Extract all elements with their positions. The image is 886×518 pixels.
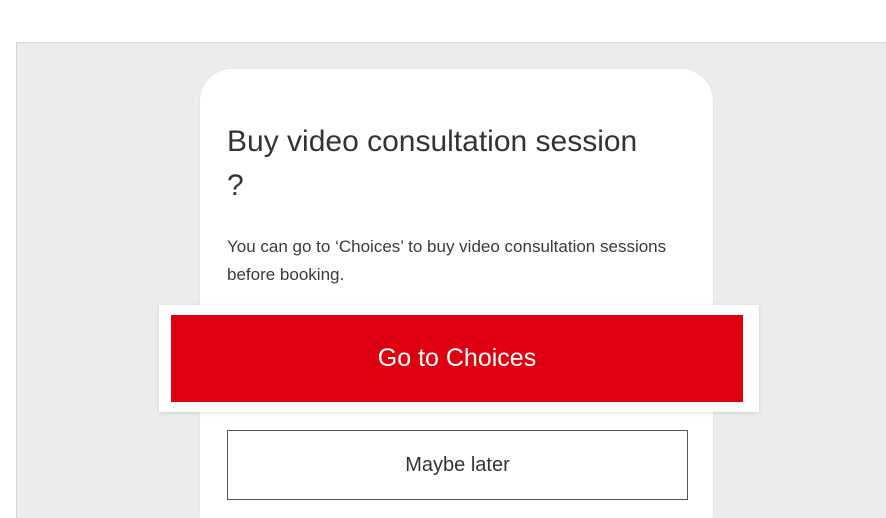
maybe-later-button[interactable]: Maybe later — [227, 430, 688, 500]
dialog-title: Buy video consultation session ? — [227, 125, 638, 202]
dialog-message: You can go to ‘Choices’ to buy video con… — [227, 237, 667, 284]
go-to-choices-button[interactable]: Go to Choices — [171, 315, 743, 402]
